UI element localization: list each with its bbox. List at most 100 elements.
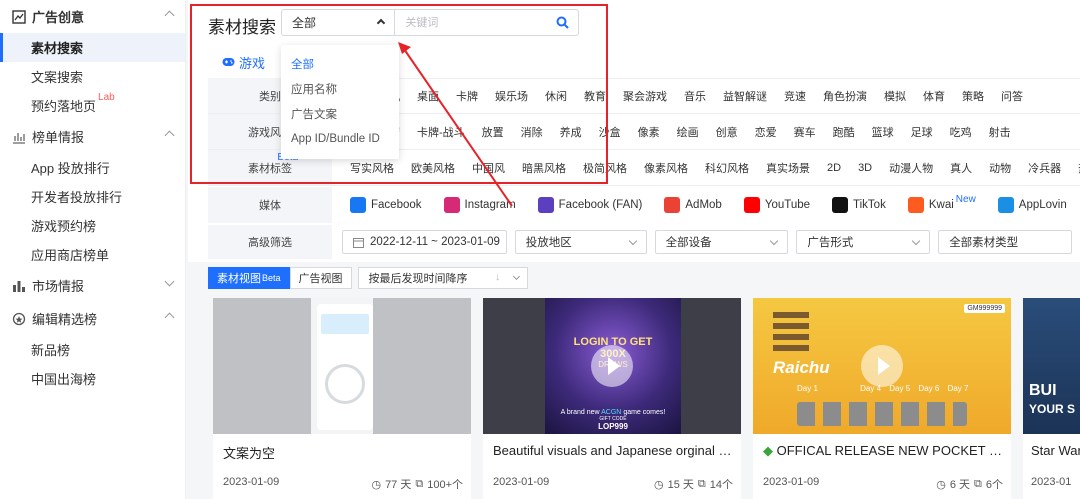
dropdown-option-app-id[interactable]: App ID/Bundle ID [281, 126, 399, 151]
material-card[interactable]: LOGIN TO GET 300X DRAWS A brand new ACGN… [483, 298, 741, 499]
material-tag[interactable]: 动物 [989, 160, 1011, 176]
sort-select[interactable]: 按最后发现时间降序 ↓ [357, 267, 528, 289]
style-tag[interactable]: 吃鸡 [950, 124, 972, 140]
style-tag[interactable]: 卡牌-战斗 [417, 124, 465, 140]
material-tag[interactable]: 极简风格 [583, 160, 627, 176]
sidebar-item-store-ranking[interactable]: 应用商店榜单 [0, 240, 185, 269]
dropdown-option-ad-copy[interactable]: 广告文案 [281, 101, 399, 126]
category-tag[interactable]: 问答 [1001, 88, 1023, 104]
material-tag[interactable]: 2D [827, 162, 841, 174]
category-tag[interactable]: 教育 [584, 88, 606, 104]
sidebar-item-app-ranking[interactable]: App 投放排行 [0, 153, 185, 182]
style-tag[interactable]: 射击 [989, 124, 1011, 140]
date-range-value: 2022-12-11 ~ 2023-01-09 [370, 236, 500, 248]
style-tag[interactable]: 恋爱 [755, 124, 777, 140]
sidebar-section-market[interactable]: 市场情报 [0, 269, 185, 302]
style-tag[interactable]: 养成 [560, 124, 582, 140]
sidebar-section-ad-creative[interactable]: 广告创意 [0, 0, 185, 33]
sidebar-item-game-preorder[interactable]: 游戏预约榜 [0, 211, 185, 240]
category-tag[interactable]: 策略 [962, 88, 984, 104]
sidebar-item-new-products[interactable]: 新品榜 [0, 335, 185, 364]
style-tag[interactable]: 放置 [482, 124, 504, 140]
material-tag[interactable]: 欧美风格 [411, 160, 455, 176]
style-tag[interactable]: 足球 [911, 124, 933, 140]
category-tag[interactable]: 桌面 [417, 88, 439, 104]
media-item-facebook[interactable]: Facebook [350, 197, 422, 213]
media-item-instagram[interactable]: Instagram [443, 197, 516, 213]
chevron-up-icon[interactable] [164, 130, 175, 141]
ad-format-select[interactable]: 广告形式 [796, 230, 931, 254]
media-item-admob[interactable]: AdMob [664, 197, 722, 213]
style-tag[interactable]: 篮球 [872, 124, 894, 140]
style-tag[interactable]: 创意 [716, 124, 738, 140]
style-tag[interactable]: 赛车 [794, 124, 816, 140]
material-card[interactable]: BUI YOUR S Star War 2023-01 [1023, 298, 1080, 499]
material-tag[interactable]: 写实风格 [350, 160, 394, 176]
material-tag[interactable]: 像素风格 [644, 160, 688, 176]
chevron-up-icon[interactable] [164, 10, 175, 21]
card-thumbnail[interactable]: BUI YOUR S [1023, 298, 1080, 434]
material-card[interactable]: GM999999 Raichu Day 1 Day 4 Day 5 Day 6 … [753, 298, 1011, 499]
material-tag[interactable]: 3D [858, 162, 872, 174]
sidebar-section-editor-picks[interactable]: 编辑精选榜 [0, 302, 185, 335]
search-button[interactable] [547, 10, 578, 35]
dropdown-option-all[interactable]: 全部 [281, 51, 399, 76]
category-tag[interactable]: 益智解谜 [723, 88, 767, 104]
category-tag[interactable]: 休闲 [545, 88, 567, 104]
tab-game[interactable]: 游戏 [208, 48, 276, 80]
material-tag[interactable]: 真人 [950, 160, 972, 176]
material-tag[interactable]: 暗黑风格 [522, 160, 566, 176]
style-tag[interactable]: 沙盒 [599, 124, 621, 140]
media-item-applovin[interactable]: AppLovin [997, 197, 1067, 213]
sidebar-section-rankings[interactable]: 榜单情报 [0, 120, 185, 153]
category-tag[interactable]: 角色扮演 [823, 88, 867, 104]
style-tag[interactable]: 跑酷 [833, 124, 855, 140]
sidebar-item-copy-search[interactable]: 文案搜索 [0, 62, 185, 91]
sidebar-item-landing-page[interactable]: 预约落地页 Lab [0, 91, 185, 120]
category-tag[interactable]: 卡牌 [456, 88, 478, 104]
sidebar-item-china-overseas[interactable]: 中国出海榜 [0, 364, 185, 393]
sidebar-item-material-search[interactable]: 素材搜索 [0, 33, 185, 62]
style-tag[interactable]: 消除 [521, 124, 543, 140]
category-tag[interactable]: 聚会游戏 [623, 88, 667, 104]
material-tag[interactable]: 动漫人物 [889, 160, 933, 176]
card-count: 6个 [985, 479, 1003, 491]
sort-value: 按最后发现时间降序 [368, 273, 468, 285]
chevron-down-icon[interactable] [164, 276, 175, 287]
device-select[interactable]: 全部设备 [654, 230, 789, 254]
play-icon[interactable] [591, 345, 633, 387]
chevron-up-icon[interactable] [164, 312, 175, 323]
category-tag[interactable]: 体育 [923, 88, 945, 104]
material-card[interactable]: 文案为空 2023-01-09 ◷ 77 天 ⧉ 100+个 [213, 298, 471, 499]
card-thumbnail[interactable]: LOGIN TO GET 300X DRAWS A brand new ACGN… [483, 298, 741, 434]
card-thumbnail[interactable] [213, 298, 471, 434]
card-thumbnail[interactable]: GM999999 Raichu Day 1 Day 4 Day 5 Day 6 … [753, 298, 1011, 434]
media-item-kwai[interactable]: Kwai New [907, 194, 976, 213]
media-name: YouTube [764, 199, 811, 211]
dropdown-option-app-name[interactable]: 应用名称 [281, 76, 399, 101]
material-type-select[interactable]: 全部素材类型 [938, 230, 1072, 254]
media-item-tiktok[interactable]: TikTok [832, 197, 886, 213]
media-item-youtube[interactable]: YouTube [743, 197, 811, 213]
material-tag[interactable]: 中国风 [472, 160, 505, 176]
filter-row-advanced: 高级筛选 2022-12-11 ~ 2023-01-09 投放地区 全部设备 广… [208, 225, 1080, 259]
date-range-picker[interactable]: 2022-12-11 ~ 2023-01-09 [342, 230, 507, 254]
category-tag[interactable]: 音乐 [684, 88, 706, 104]
region-select[interactable]: 投放地区 [514, 230, 647, 254]
style-tag[interactable]: 像素 [638, 124, 660, 140]
material-view-button[interactable]: 素材视图 Beta [208, 267, 290, 289]
search-type-select[interactable]: 全部 [282, 10, 396, 35]
category-tag[interactable]: 竞速 [784, 88, 806, 104]
category-tag[interactable]: 模拟 [884, 88, 906, 104]
style-tag[interactable]: 绘画 [677, 124, 699, 140]
category-tag[interactable]: 娱乐场 [495, 88, 528, 104]
sidebar-item-developer-ranking[interactable]: 开发者投放排行 [0, 182, 185, 211]
material-tag[interactable]: 冷兵器 [1028, 160, 1061, 176]
media-item-facebook-fan[interactable]: Facebook (FAN) [537, 197, 642, 213]
material-tag[interactable]: 真实场景 [766, 160, 810, 176]
ad-view-button[interactable]: 广告视图 [289, 267, 352, 289]
search-input[interactable] [395, 10, 548, 35]
ad-format-value: 广告形式 [807, 237, 854, 249]
material-tag[interactable]: 科幻风格 [705, 160, 749, 176]
play-icon[interactable] [861, 345, 903, 387]
